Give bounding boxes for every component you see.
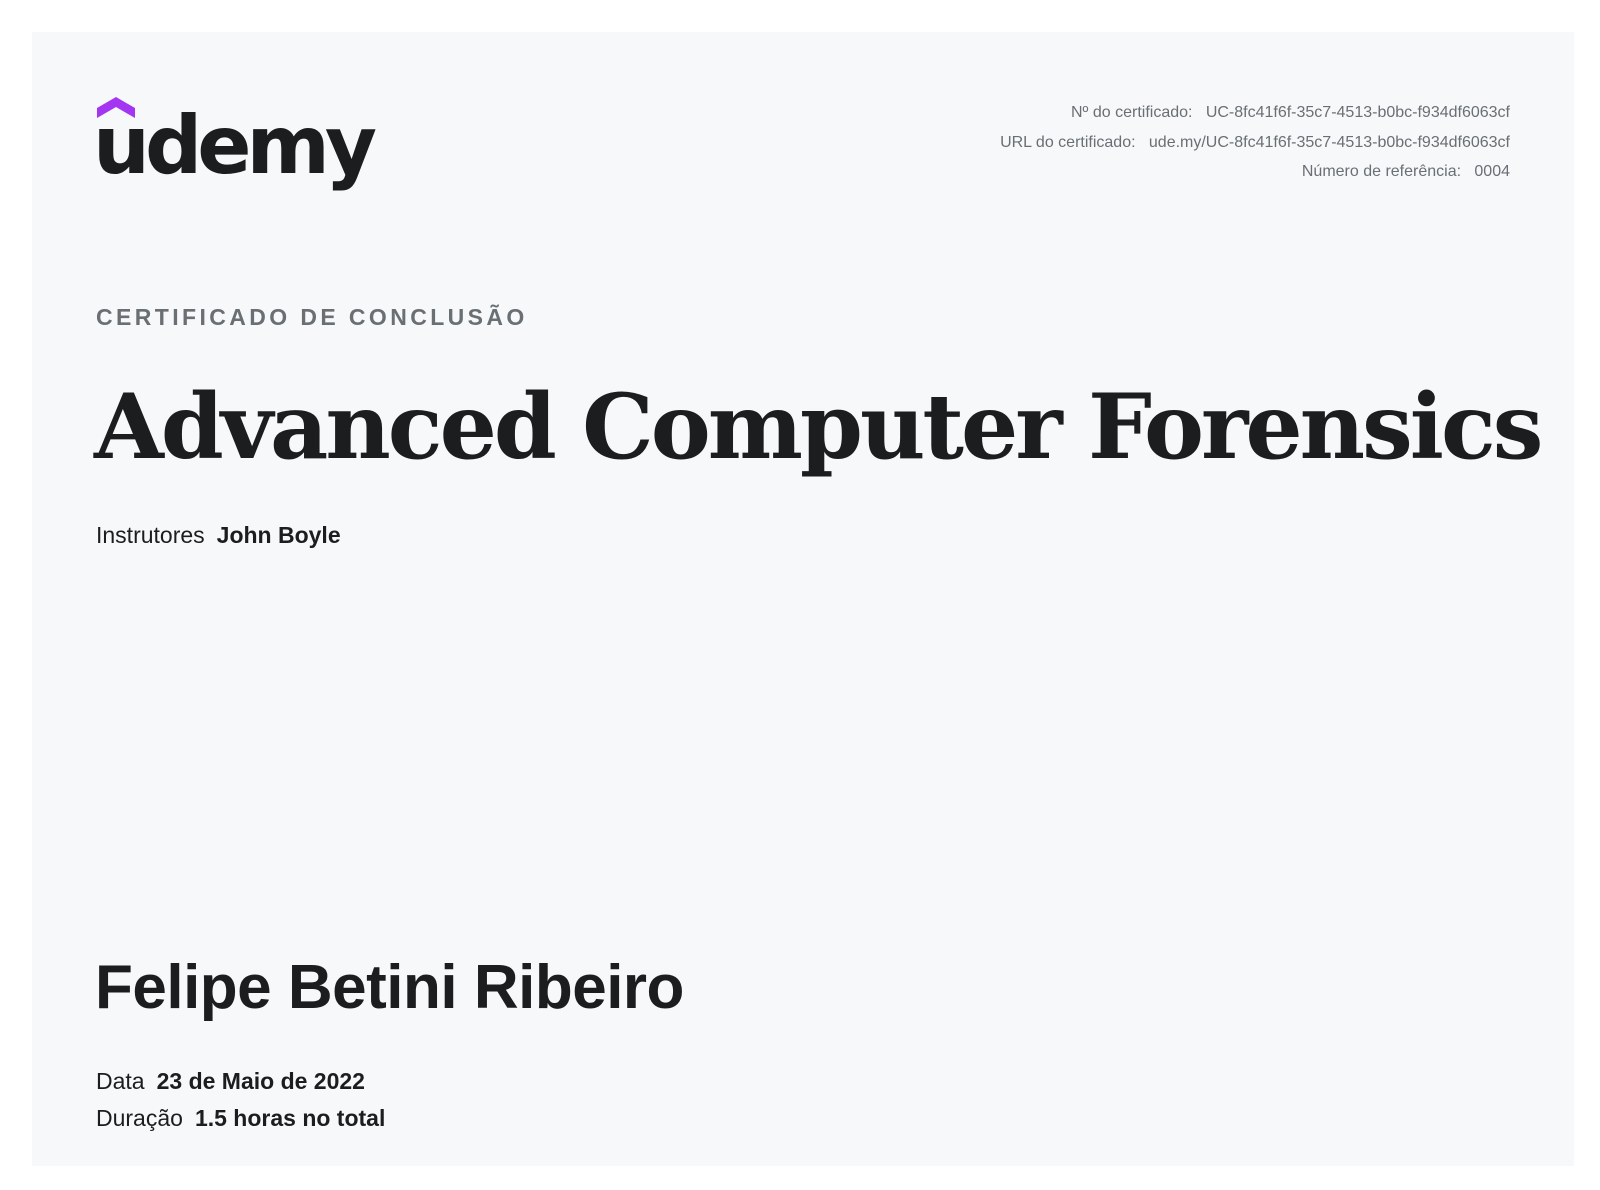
certificate-number-label: Nº do certificado:	[1071, 104, 1193, 121]
udemy-logo: udemy	[93, 96, 377, 196]
duration-line: Duração 1.5 horas no total	[96, 1105, 385, 1132]
course-title: Advanced Computer Forensics	[94, 374, 1543, 480]
udemy-wordmark: udemy	[93, 99, 377, 192]
certificate-number-row: Nº do certificado: UC-8fc41f6f-35c7-4513…	[1000, 98, 1510, 128]
student-name: Felipe Betini Ribeiro	[95, 953, 684, 1022]
reference-number-label: Número de referência:	[1301, 163, 1462, 180]
instructors-value: John Boyle	[216, 522, 341, 548]
duration-label: Duração	[96, 1105, 183, 1131]
date-line: Data 23 de Maio de 2022	[96, 1068, 365, 1095]
certificate-url-value[interactable]: ude.my/UC-8fc41f6f-35c7-4513-b0bc-f934df…	[1149, 134, 1510, 151]
certificate-url-row: URL do certificado: ude.my/UC-8fc41f6f-3…	[1000, 128, 1510, 158]
duration-value: 1.5 horas no total	[194, 1105, 386, 1131]
certificate-kicker: CERTIFICADO DE CONCLUSÃO	[96, 304, 528, 330]
reference-number-row: Número de referência: 0004	[1000, 157, 1510, 187]
certificate-meta: Nº do certificado: UC-8fc41f6f-35c7-4513…	[1000, 98, 1510, 187]
date-value: 23 de Maio de 2022	[156, 1068, 365, 1094]
certificate-url-label: URL do certificado:	[1000, 133, 1136, 151]
certificate-sheet: udemy Nº do certificado: UC-8fc41f6f-35c…	[32, 32, 1574, 1166]
date-label: Data	[96, 1068, 145, 1094]
instructors-line: Instrutores John Boyle	[96, 522, 341, 549]
certificate-number-value: UC-8fc41f6f-35c7-4513-b0bc-f934df6063cf	[1205, 104, 1510, 121]
instructors-label: Instrutores	[96, 522, 205, 548]
reference-number-value: 0004	[1474, 163, 1510, 180]
